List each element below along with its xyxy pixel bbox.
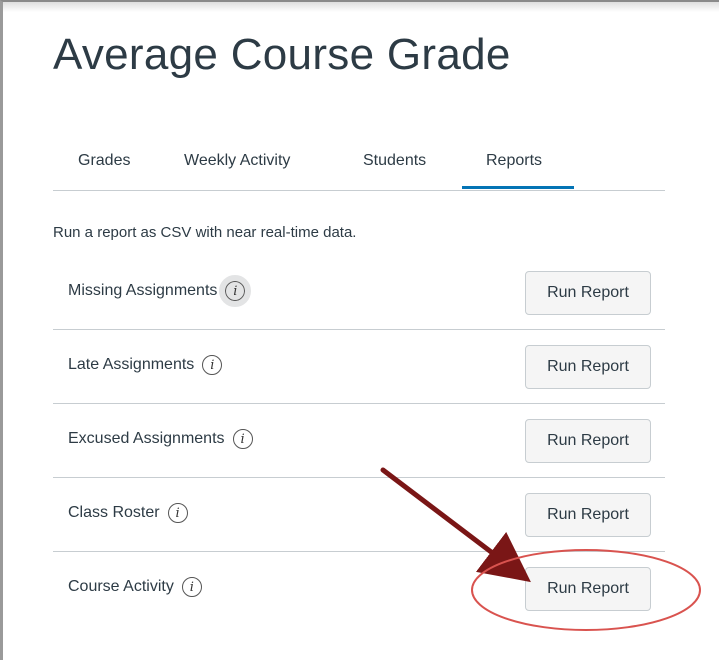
report-row-label: Missing Assignments i xyxy=(68,275,252,307)
info-icon[interactable]: i xyxy=(232,429,253,449)
run-report-button-course-activity[interactable]: Run Report xyxy=(525,567,651,611)
report-window: Average Course Grade Grades Weekly Activ… xyxy=(0,0,719,660)
report-row-label: Class Roster i xyxy=(68,503,188,523)
info-icon[interactable]: i xyxy=(181,577,202,597)
run-report-button-class-roster[interactable]: Run Report xyxy=(525,493,651,537)
report-row-class-roster: Class Roster i Run Report xyxy=(53,477,665,552)
report-name: Late Assignments xyxy=(68,356,195,374)
info-icon[interactable]: i xyxy=(219,275,252,307)
tab-reports[interactable]: Reports xyxy=(486,152,542,170)
report-row-course-activity: Course Activity i Run Report xyxy=(53,551,665,625)
active-tab-indicator xyxy=(462,186,574,189)
run-report-button-missing-assignments[interactable]: Run Report xyxy=(525,271,651,315)
info-icon[interactable]: i xyxy=(202,355,223,375)
run-report-button-excused-assignments[interactable]: Run Report xyxy=(525,419,651,463)
tab-students[interactable]: Students xyxy=(363,152,426,170)
report-row-missing-assignments: Missing Assignments i Run Report xyxy=(53,255,665,330)
report-name: Course Activity xyxy=(68,578,174,596)
report-row-late-assignments: Late Assignments i Run Report xyxy=(53,329,665,404)
info-icon[interactable]: i xyxy=(167,503,188,523)
report-row-label: Late Assignments i xyxy=(68,355,223,375)
report-row-excused-assignments: Excused Assignments i Run Report xyxy=(53,403,665,478)
report-name: Class Roster xyxy=(68,504,160,522)
tab-weekly-activity[interactable]: Weekly Activity xyxy=(184,152,290,170)
reports-description: Run a report as CSV with near real-time … xyxy=(53,224,357,241)
report-name: Missing Assignments xyxy=(68,282,218,300)
run-report-button-late-assignments[interactable]: Run Report xyxy=(525,345,651,389)
tab-bar: Grades Weekly Activity Students Reports xyxy=(53,142,665,191)
report-row-label: Excused Assignments i xyxy=(68,429,253,449)
tab-grades[interactable]: Grades xyxy=(78,152,130,170)
report-row-label: Course Activity i xyxy=(68,577,202,597)
page-title: Average Course Grade xyxy=(53,30,511,79)
report-name: Excused Assignments xyxy=(68,430,225,448)
